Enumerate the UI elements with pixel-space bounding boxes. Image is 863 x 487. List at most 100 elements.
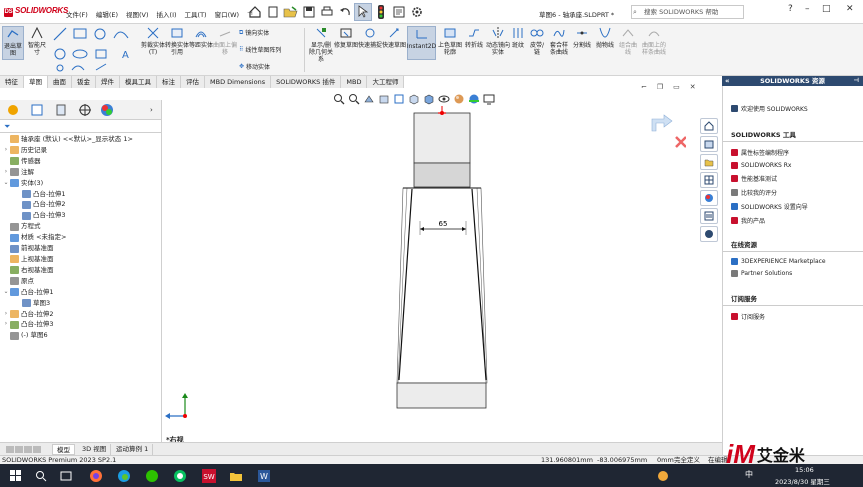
viewport-restore-icon[interactable]: ❐ — [657, 83, 663, 91]
scene-button[interactable] — [467, 92, 481, 106]
tab-evaluate[interactable]: 评估 — [181, 76, 205, 88]
feature-manager-tab[interactable] — [6, 103, 20, 119]
close-icon[interactable]: ✕ — [846, 4, 854, 14]
rebuild-button[interactable] — [372, 3, 390, 21]
tree-expander-icon[interactable]: ⌄ — [2, 287, 10, 298]
sketch-tools-icon[interactable]: A — [52, 26, 138, 74]
tree-item[interactable]: 传感器 — [2, 156, 161, 167]
welcome-link[interactable]: 欢迎使用 SOLIDWORKS — [723, 102, 863, 116]
wechat-icon[interactable] — [145, 469, 159, 483]
solidworks-taskbar-icon[interactable]: SW — [201, 468, 217, 484]
graphics-area[interactable]: 65 *右视 ⌐ ❐ ▭ ✕ — [163, 83, 722, 444]
offset-entities-button[interactable]: 等距实体 — [189, 26, 213, 49]
tab-motion-study[interactable]: 运动算例 1 — [112, 444, 154, 455]
tools-link[interactable]: 比较我的评分 — [723, 186, 863, 200]
tab-mbd-dimensions[interactable]: MBD Dimensions — [205, 76, 272, 88]
display-manager-tab[interactable] — [100, 103, 114, 119]
dynamic-annotation-button[interactable] — [392, 92, 406, 106]
zoom-fit-button[interactable] — [332, 92, 346, 106]
online-link[interactable]: 3DEXPERIENCE Marketplace — [723, 256, 863, 268]
rapid-sketch-button[interactable]: 快速草图 — [382, 26, 406, 49]
menu-window[interactable]: 窗口(W) — [215, 9, 240, 19]
hide-show-button[interactable] — [437, 92, 451, 106]
tab-big-engineer[interactable]: 大工程师 — [367, 76, 405, 88]
smart-dimension-button[interactable]: 智能尺寸 — [26, 26, 48, 56]
online-link[interactable]: Partner Solutions — [723, 268, 863, 280]
spline-on-surface-button[interactable]: 曲面上的样条曲线 — [640, 26, 668, 56]
clock-date[interactable]: 2023/8/30 星期三 — [775, 476, 830, 486]
tree-item[interactable]: › 凸台-拉伸3 — [2, 319, 161, 330]
tab-model[interactable]: 模型 — [52, 444, 75, 455]
tree-item[interactable]: 右视基准面 — [2, 265, 161, 276]
menu-view[interactable]: 视图(V) — [126, 9, 149, 19]
view-settings-button[interactable] — [482, 92, 496, 106]
view-orientation-button[interactable] — [407, 92, 421, 106]
tree-item[interactable]: › 凸台-拉伸2 — [2, 309, 161, 320]
tree-item[interactable]: 凸台-拉伸3 — [2, 210, 161, 221]
tools-link[interactable]: 属性标签编制程序 — [723, 146, 863, 160]
tools-link[interactable]: SOLIDWORKS 设置向导 — [723, 200, 863, 214]
weather-icon[interactable] — [655, 469, 671, 483]
options-button[interactable] — [408, 3, 426, 21]
collapse-pane-icon[interactable]: « — [725, 76, 730, 86]
tree-item[interactable]: ⌄ 凸台-拉伸1 — [2, 287, 161, 298]
configuration-manager-tab[interactable] — [54, 103, 68, 119]
instant2d-button[interactable]: Instant2D — [407, 26, 436, 60]
dimension-value[interactable]: 65 — [439, 220, 448, 228]
fit-spline-button[interactable]: 套合样条曲线 — [548, 26, 570, 56]
tree-item[interactable]: 凸台-拉伸1 — [2, 189, 161, 200]
last-tab-icon[interactable] — [33, 446, 41, 453]
tab-features[interactable]: 特征 — [0, 76, 24, 88]
menu-tools[interactable]: 工具(T) — [185, 9, 207, 19]
custom-properties-tab[interactable] — [700, 208, 718, 224]
shaded-sketch-contours-button[interactable]: 上色草图轮廓 — [438, 26, 462, 56]
tab-solidworks-addins[interactable]: SOLIDWORKS 插件 — [271, 76, 342, 88]
file-explorer-icon[interactable] — [229, 469, 243, 483]
exit-sketch-button[interactable]: 退出草图 — [2, 26, 24, 60]
tab-sheet-metal[interactable]: 钣金 — [72, 76, 96, 88]
firefox-icon[interactable] — [89, 469, 103, 483]
tools-link[interactable]: 我的产品 — [723, 214, 863, 228]
tree-expander-icon[interactable]: › — [2, 167, 10, 178]
home-button[interactable] — [246, 3, 264, 21]
save-button[interactable] — [300, 3, 318, 21]
tree-item[interactable]: 前视基准面 — [2, 243, 161, 254]
minimize-icon[interactable]: – — [805, 4, 810, 14]
linear-sketch-pattern-button[interactable]: ⠿ 线性草图阵列 — [239, 45, 281, 54]
new-button[interactable] — [264, 3, 282, 21]
split-line-button[interactable]: 分割线 — [571, 26, 593, 49]
tab-markup[interactable]: 标注 — [157, 76, 181, 88]
offset-on-surface-button[interactable]: 曲面上偏移 — [213, 26, 237, 56]
jog-line-button[interactable]: 转折线 — [462, 26, 486, 49]
display-delete-relations-button[interactable]: 显示/删除几何关系 — [308, 26, 334, 63]
tree-item[interactable]: 凸台-拉伸2 — [2, 199, 161, 210]
confirmation-corner[interactable] — [646, 111, 686, 151]
tab-surfaces[interactable]: 曲面 — [48, 76, 72, 88]
property-manager-tab[interactable] — [30, 103, 44, 119]
convert-entities-button[interactable]: 转换实体引用 — [165, 26, 189, 56]
tab-sketch[interactable]: 草图 — [24, 76, 48, 88]
viewport-close-icon[interactable]: ✕ — [690, 83, 696, 91]
tree-expander-icon[interactable]: › — [2, 319, 10, 330]
undo-button[interactable] — [336, 3, 354, 21]
tab-mbd[interactable]: MBD — [341, 76, 368, 88]
tools-link[interactable]: 性能基准测试 — [723, 172, 863, 186]
expand-panel-icon[interactable]: › — [150, 106, 153, 114]
viewport-tile-icon[interactable]: ▭ — [673, 83, 680, 91]
tree-item[interactable]: › 历史记录 — [2, 145, 161, 156]
print-button[interactable] — [318, 3, 336, 21]
viewport-minimize-icon[interactable]: ⌐ — [641, 83, 647, 91]
open-button[interactable] — [282, 3, 300, 21]
tab-weldments[interactable]: 焊件 — [96, 76, 120, 88]
menu-edit[interactable]: 编辑(E) — [96, 9, 118, 19]
tree-item[interactable]: 草图3 — [2, 298, 161, 309]
wechat-work-icon[interactable] — [173, 469, 187, 483]
zoom-area-button[interactable] — [347, 92, 361, 106]
display-style-button[interactable] — [422, 92, 436, 106]
prev-tab-icon[interactable] — [15, 446, 23, 453]
belt-chain-button[interactable]: 皮带/链 — [527, 26, 547, 56]
quick-snaps-button[interactable]: 快速捕捉 — [358, 26, 382, 49]
resources-tab[interactable] — [700, 118, 718, 134]
section-view-button[interactable] — [377, 92, 391, 106]
pin-pane-icon[interactable]: ⊣ — [854, 76, 859, 86]
